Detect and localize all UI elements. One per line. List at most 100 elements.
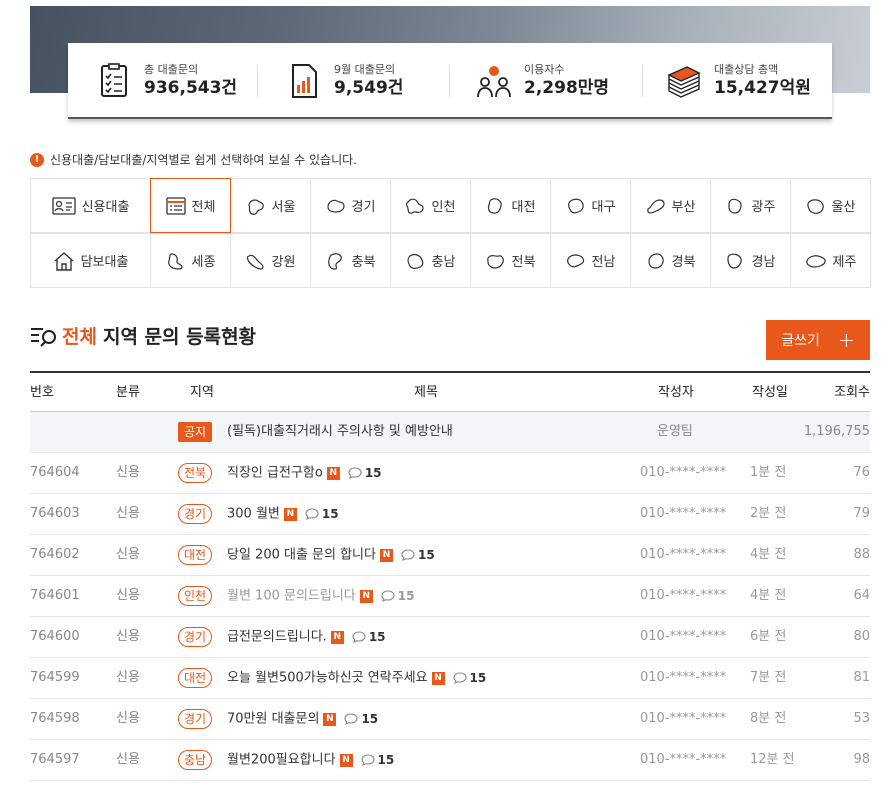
region-jeonnam[interactable]: 전남 (550, 233, 631, 288)
stat-label: 9월 대출문의 (334, 63, 396, 76)
new-badge: N (283, 507, 297, 521)
region-sejong[interactable]: 세종 (150, 233, 231, 288)
table-row[interactable]: 764601 신용 인천 월변 100 문의드립니다 N 15 010-****-**** 4… (30, 576, 870, 617)
notice-row[interactable]: 공지 (필독)대출직거래시 주의사항 및 예방안내 운영팀 1,196,755 (30, 412, 870, 453)
guide-notice-text: 신용대출/담보대출/지역별로 쉽게 선택하여 보실 수 있습니다. (50, 153, 357, 167)
table-row[interactable]: 764597 신용 충남 월변200필요합니다 N 15 010-****-**** 12분 … (30, 740, 870, 781)
post-title[interactable]: 70만원 대출문의 (227, 712, 319, 727)
region-daejeon[interactable]: 대전 (470, 178, 551, 233)
comment-count: 15 (344, 699, 378, 739)
category-credit-loan[interactable]: 신용대출 (30, 178, 151, 233)
post-title-cell[interactable]: 월변200필요합니다 N 15 (227, 740, 394, 780)
post-title[interactable]: 월변200필요합니다 (227, 753, 336, 768)
post-title-cell[interactable]: 직장인 급전구함o N 15 (227, 453, 382, 493)
new-badge: N (326, 466, 340, 480)
region-incheon[interactable]: 인천 (390, 178, 471, 233)
region-daegu[interactable]: 대구 (550, 178, 631, 233)
notice-title[interactable]: (필독)대출직거래시 주의사항 및 예방안내 (227, 412, 453, 452)
post-author: 010-****-**** (640, 629, 727, 644)
post-number: 764601 (30, 588, 80, 603)
region-label: 인천 (431, 200, 456, 215)
table-row[interactable]: 764600 신용 경기 급전문의드립니다. N 15 010-****-**** 6분 전 8… (30, 617, 870, 658)
post-date: 12분 전 (750, 752, 795, 767)
post-title[interactable]: 직장인 급전구함o (227, 466, 323, 481)
region-label: 서울 (271, 200, 296, 215)
comment-count: 15 (452, 658, 486, 698)
post-date: 1분 전 (750, 465, 787, 480)
notice-views: 1,196,755 (803, 424, 870, 439)
region-ulsan[interactable]: 울산 (790, 178, 871, 233)
region-label: 경남 (751, 255, 776, 270)
category-label: 신용대출 (81, 200, 130, 215)
post-title-cell[interactable]: 당일 200 대출 문의 합니다 N 15 (227, 535, 435, 575)
comment-count: 15 (348, 453, 382, 493)
region-map-icon (727, 198, 742, 214)
table-row[interactable]: 764604 신용 전북 직장인 급전구함o N 15 010-****-**** 1분 전 7… (30, 453, 870, 494)
region-map-icon (167, 252, 183, 270)
region-gyeongnam[interactable]: 경남 (710, 233, 791, 288)
post-author: 010-****-**** (640, 588, 727, 603)
region-busan[interactable]: 부산 (630, 178, 711, 233)
guide-notice: ! 신용대출/담보대출/지역별로 쉽게 선택하여 보실 수 있습니다. (30, 151, 357, 168)
region-chungnam[interactable]: 충남 (390, 233, 471, 288)
comment-icon (452, 672, 467, 684)
post-title-cell[interactable]: 70만원 대출문의 N 15 (227, 699, 378, 739)
comment-count-value: 15 (397, 589, 415, 603)
stat-label: 대출상담 총액 (714, 63, 779, 76)
table-row[interactable]: 764603 신용 경기 300 월변 N 15 010-****-**** 2분 전 79 (30, 494, 870, 535)
region-chungbuk[interactable]: 충북 (310, 233, 391, 288)
region-label: 전북 (511, 255, 536, 270)
table-row[interactable]: 764602 신용 대전 당일 200 대출 문의 합니다 N 15 010-****-**… (30, 535, 870, 576)
region-gwangju[interactable]: 광주 (710, 178, 791, 233)
post-title[interactable]: 월변 100 문의드립니다 (227, 589, 356, 604)
list-window-icon (165, 196, 186, 215)
category-collateral-loan[interactable]: 담보대출 (30, 233, 151, 288)
region-all[interactable]: 전체 (150, 178, 231, 233)
post-title[interactable]: 급전문의드립니다. (227, 630, 327, 645)
region-map-icon (566, 253, 584, 267)
stats-panel: 총 대출문의 936,543건 9월 대출문의 9,549건 이용자수 2,298만명… (68, 43, 832, 119)
table-row[interactable]: 764599 신용 대전 오늘 월변500가능하신곳 연락주세요 N 15 010-****… (30, 658, 870, 699)
plus-icon: + (837, 328, 855, 352)
new-badge: N (339, 753, 353, 767)
notice-badge: 공지 (178, 421, 213, 442)
post-title-cell[interactable]: 오늘 월변500가능하신곳 연락주세요 N 15 (227, 658, 486, 698)
stat-value: 936,543건 (144, 78, 238, 98)
region-gyeonggi[interactable]: 경기 (310, 178, 391, 233)
comment-icon (352, 631, 366, 643)
comment-icon (360, 754, 375, 766)
search-list-icon (31, 327, 56, 347)
comment-count-value: 15 (417, 548, 435, 562)
region-map-icon (726, 253, 742, 269)
region-seoul[interactable]: 서울 (230, 178, 311, 233)
region-map-icon (567, 198, 584, 213)
region-map-icon (646, 198, 665, 214)
post-title-cell[interactable]: 급전문의드립니다. N 15 (227, 617, 386, 657)
post-views: 98 (853, 752, 870, 767)
comment-icon (344, 713, 358, 725)
region-jeju[interactable]: 제주 (790, 233, 871, 288)
region-jeonbuk[interactable]: 전북 (470, 233, 551, 288)
table-row[interactable]: 764598 신용 경기 70만원 대출문의 N 15 010-****-**** 8분 전 5… (30, 699, 870, 740)
post-views: 64 (853, 588, 870, 603)
new-badge: N (330, 630, 344, 644)
post-author: 010-****-**** (640, 752, 727, 767)
post-views: 53 (853, 711, 870, 726)
post-title[interactable]: 오늘 월변500가능하신곳 연락주세요 (227, 671, 428, 686)
post-title[interactable]: 300 월변 (227, 507, 280, 522)
post-title-cell[interactable]: 월변 100 문의드립니다 N 15 (227, 576, 414, 616)
comment-count-value: 15 (377, 753, 395, 767)
comment-icon (305, 508, 319, 520)
post-author: 010-****-**** (640, 711, 727, 726)
post-date: 4분 전 (750, 588, 787, 603)
region-badge: 대전 (178, 667, 213, 688)
post-title[interactable]: 당일 200 대출 문의 합니다 (227, 548, 376, 563)
region-gangwon[interactable]: 강원 (230, 233, 311, 288)
region-gyeongbuk[interactable]: 경북 (630, 233, 711, 288)
post-title-cell[interactable]: 300 월변 N 15 (227, 494, 339, 534)
post-number: 764602 (30, 547, 80, 562)
category-label: 담보대출 (80, 255, 129, 270)
region-badge: 경기 (178, 626, 213, 647)
post-views: 76 (853, 465, 870, 480)
write-button[interactable]: 글쓰기 + (766, 320, 870, 360)
